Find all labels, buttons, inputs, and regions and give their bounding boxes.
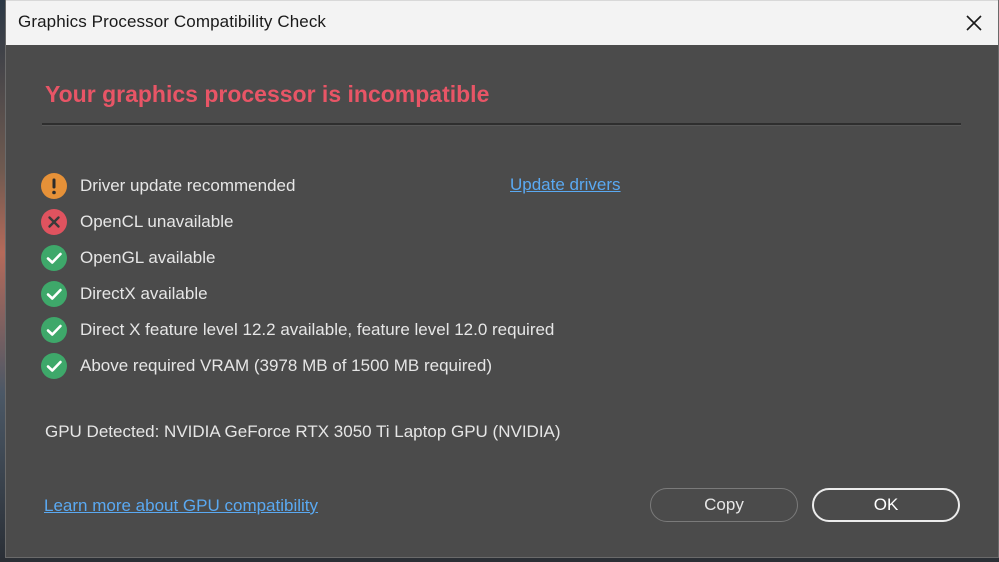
check-item-vram: Above required VRAM (3978 MB of 1500 MB … xyxy=(41,348,661,384)
ok-button[interactable]: OK xyxy=(812,488,960,522)
check-item-directx: DirectX available xyxy=(41,276,661,312)
check-icon xyxy=(41,353,67,379)
warning-icon xyxy=(41,173,67,199)
check-label: OpenCL unavailable xyxy=(80,212,234,231)
background-taskbar-edge xyxy=(0,558,999,562)
check-label: OpenGL available xyxy=(80,248,216,267)
gpu-detected-text: GPU Detected: NVIDIA GeForce RTX 3050 Ti… xyxy=(45,422,561,441)
check-icon xyxy=(41,281,67,307)
learn-more-link[interactable]: Learn more about GPU compatibility xyxy=(44,496,318,516)
divider xyxy=(42,123,961,126)
check-item-opengl: OpenGL available xyxy=(41,240,661,276)
copy-button[interactable]: Copy xyxy=(650,488,798,522)
check-label: Driver update recommended xyxy=(80,176,296,195)
check-label: DirectX available xyxy=(80,284,208,303)
page-title: Your graphics processor is incompatible xyxy=(45,81,490,107)
check-icon xyxy=(41,317,67,343)
check-icon xyxy=(41,245,67,271)
close-button[interactable] xyxy=(954,3,994,43)
title-bar: Graphics Processor Compatibility Check xyxy=(6,0,998,45)
check-list: Driver update recommended OpenCL unavail… xyxy=(41,168,661,384)
check-item-opencl: OpenCL unavailable xyxy=(41,204,661,240)
window-title: Graphics Processor Compatibility Check xyxy=(18,12,327,31)
close-icon xyxy=(966,15,982,31)
update-drivers-link[interactable]: Update drivers xyxy=(510,175,621,195)
check-label: Direct X feature level 12.2 available, f… xyxy=(80,320,555,339)
compatibility-dialog: Graphics Processor Compatibility Check Y… xyxy=(5,0,999,558)
error-icon xyxy=(41,209,67,235)
check-item-feature-level: Direct X feature level 12.2 available, f… xyxy=(41,312,661,348)
check-label: Above required VRAM (3978 MB of 1500 MB … xyxy=(80,356,492,375)
